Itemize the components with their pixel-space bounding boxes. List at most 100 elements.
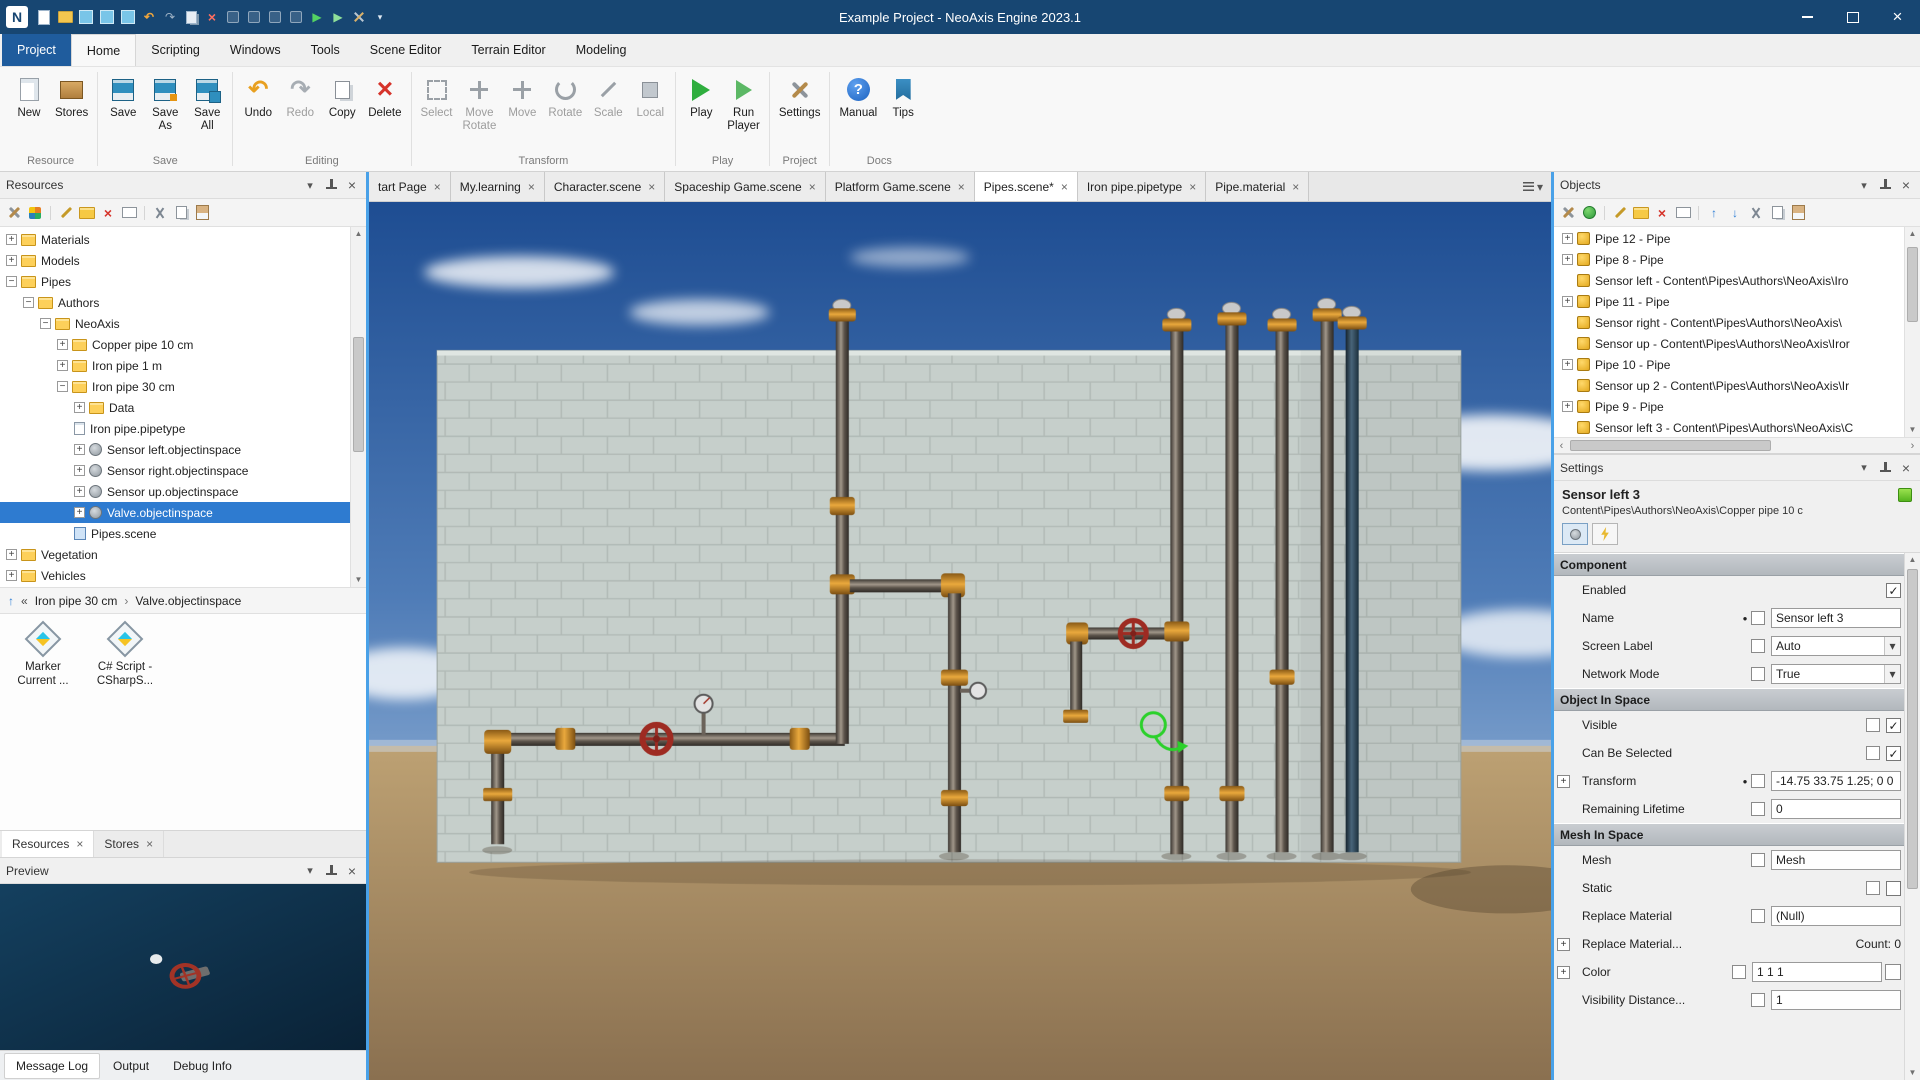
edit-icon[interactable] bbox=[57, 204, 75, 222]
tree-item[interactable]: Sensor right.objectinspace bbox=[0, 460, 366, 481]
document-tab[interactable]: tart Page bbox=[369, 172, 451, 201]
default-value-box[interactable] bbox=[1866, 718, 1880, 732]
local-button[interactable]: Local bbox=[629, 70, 671, 122]
manual-button[interactable]: Manual bbox=[834, 70, 882, 122]
breadcrumb-folder[interactable]: Iron pipe 30 cm bbox=[35, 594, 118, 608]
settings-row[interactable]: Remaining Lifetime 0 bbox=[1554, 795, 1904, 823]
scroll-down-icon[interactable]: ▼ bbox=[351, 573, 366, 587]
expander-icon[interactable] bbox=[40, 318, 51, 329]
scheme-icon-2[interactable] bbox=[245, 8, 263, 26]
expander-icon[interactable] bbox=[57, 339, 68, 350]
save-button[interactable]: Save bbox=[102, 70, 144, 122]
menu-tab[interactable]: Terrain Editor bbox=[456, 34, 560, 66]
default-value-box[interactable] bbox=[1732, 965, 1746, 979]
tree-item[interactable]: Vegetation bbox=[0, 544, 366, 565]
new-folder-icon[interactable] bbox=[1632, 204, 1650, 222]
expander-icon[interactable] bbox=[74, 465, 85, 476]
expander-icon[interactable] bbox=[1562, 296, 1573, 307]
settings-row[interactable]: Static bbox=[1554, 874, 1904, 902]
document-tab[interactable]: Iron pipe.pipetype bbox=[1078, 172, 1206, 201]
save-as-icon[interactable] bbox=[98, 8, 116, 26]
new-button[interactable]: New bbox=[8, 70, 50, 122]
expander-icon[interactable] bbox=[1562, 401, 1573, 412]
new-folder-icon[interactable] bbox=[78, 204, 96, 222]
rename-icon[interactable] bbox=[1674, 204, 1692, 222]
tab-list-icon[interactable]: ▾ bbox=[1515, 172, 1551, 201]
close-icon[interactable] bbox=[344, 863, 360, 879]
expander-icon[interactable] bbox=[6, 276, 17, 287]
default-value-box[interactable] bbox=[1751, 774, 1765, 788]
object-item[interactable]: Sensor right - Content\Pipes\Authors\Neo… bbox=[1554, 312, 1920, 333]
default-value-box[interactable] bbox=[1751, 802, 1765, 816]
copy-icon[interactable] bbox=[182, 8, 200, 26]
property-editor[interactable]: Count: 0 bbox=[1854, 937, 1901, 951]
property-editor[interactable]: ✓ bbox=[1886, 746, 1901, 761]
settings-row[interactable]: Component bbox=[1554, 553, 1904, 576]
run-player-icon[interactable] bbox=[329, 8, 347, 26]
scroll-up-icon[interactable]: ▲ bbox=[1905, 227, 1920, 241]
bottom-tab[interactable]: Debug Info bbox=[162, 1054, 243, 1078]
scroll-thumb[interactable] bbox=[353, 337, 364, 452]
cut-icon[interactable] bbox=[151, 204, 169, 222]
wrench-icon[interactable] bbox=[5, 204, 23, 222]
stores-button[interactable]: Stores bbox=[50, 70, 93, 122]
close-tab-icon[interactable] bbox=[434, 180, 441, 194]
close-icon[interactable] bbox=[1898, 177, 1914, 193]
delete-button[interactable]: Delete bbox=[363, 70, 406, 122]
default-value-box[interactable] bbox=[1866, 881, 1880, 895]
property-editor[interactable]: -14.75 33.75 1.25; 0 0 bbox=[1771, 771, 1901, 791]
save-as-button[interactable]: Save As bbox=[144, 70, 186, 135]
up-level-icon[interactable]: ↑ bbox=[8, 594, 14, 608]
scheme-icon-4[interactable] bbox=[287, 8, 305, 26]
menu-tab[interactable]: Tools bbox=[296, 34, 355, 66]
wrench-icon[interactable] bbox=[1559, 204, 1577, 222]
property-editor[interactable]: (Null) bbox=[1771, 906, 1901, 926]
save-all-icon[interactable] bbox=[119, 8, 137, 26]
sep[interactable] bbox=[144, 206, 145, 220]
default-value-box[interactable] bbox=[1751, 611, 1765, 625]
property-editor[interactable]: 0 bbox=[1771, 799, 1901, 819]
close-tab-icon[interactable] bbox=[809, 180, 816, 194]
bottom-tab[interactable]: Output bbox=[102, 1054, 160, 1078]
settings-row[interactable]: Color 1 1 1 bbox=[1554, 958, 1904, 986]
maximize-button[interactable] bbox=[1830, 0, 1875, 34]
object-item[interactable]: Sensor up - Content\Pipes\Authors\NeoAxi… bbox=[1554, 333, 1920, 354]
close-tab-icon[interactable] bbox=[146, 837, 153, 851]
property-editor[interactable]: Mesh bbox=[1771, 850, 1901, 870]
default-value-box[interactable] bbox=[1751, 993, 1765, 1007]
settings-row[interactable]: Screen Label Auto bbox=[1554, 632, 1904, 660]
menu-tab[interactable]: Project bbox=[2, 34, 71, 66]
scheme-icon-1[interactable] bbox=[224, 8, 242, 26]
close-tab-icon[interactable] bbox=[648, 180, 655, 194]
move-up-icon[interactable] bbox=[1705, 204, 1723, 222]
expander-icon[interactable] bbox=[57, 360, 68, 371]
close-button[interactable]: × bbox=[1875, 0, 1920, 34]
expander-icon[interactable] bbox=[1557, 938, 1570, 951]
default-value-box[interactable] bbox=[1751, 639, 1765, 653]
object-item[interactable]: Pipe 11 - Pipe bbox=[1554, 291, 1920, 312]
pin-icon[interactable] bbox=[323, 177, 339, 193]
document-tab[interactable]: My.learning bbox=[451, 172, 545, 201]
settings-row[interactable]: Mesh Mesh bbox=[1554, 846, 1904, 874]
tree-item[interactable]: Pipes bbox=[0, 271, 366, 292]
settings-icon[interactable] bbox=[350, 8, 368, 26]
default-value-box[interactable] bbox=[1751, 667, 1765, 681]
move-rotate-button[interactable]: Move Rotate bbox=[458, 70, 502, 135]
palette-icon[interactable] bbox=[26, 204, 44, 222]
tree-item[interactable]: Models bbox=[0, 250, 366, 271]
expander-icon[interactable] bbox=[1562, 359, 1573, 370]
property-editor[interactable]: 1 1 1 bbox=[1752, 962, 1882, 982]
new-file-icon[interactable] bbox=[35, 8, 53, 26]
tree-item[interactable]: Copper pipe 10 cm bbox=[0, 334, 366, 355]
properties-tab[interactable] bbox=[1562, 523, 1588, 545]
expander-icon[interactable] bbox=[1562, 254, 1573, 265]
open-icon[interactable] bbox=[56, 8, 74, 26]
settings-row[interactable]: Can Be Selected ✓ bbox=[1554, 739, 1904, 767]
settings-row[interactable]: Replace Material (Null) bbox=[1554, 902, 1904, 930]
expander-icon[interactable] bbox=[6, 234, 17, 245]
redo-button[interactable]: Redo bbox=[279, 70, 321, 122]
paste-icon[interactable] bbox=[1789, 204, 1807, 222]
tree-item[interactable]: Iron pipe.pipetype bbox=[0, 418, 366, 439]
delete-icon[interactable] bbox=[1653, 204, 1671, 222]
property-editor[interactable]: True bbox=[1771, 664, 1901, 684]
